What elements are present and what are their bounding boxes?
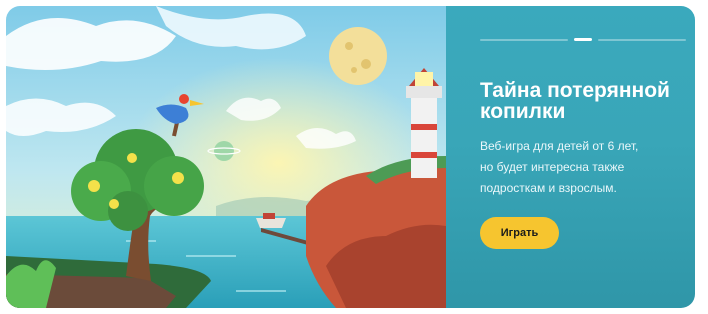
- play-button[interactable]: Играть: [480, 217, 559, 249]
- carousel-indicator[interactable]: [480, 38, 686, 41]
- promo-card[interactable]: Тайна потерянной копилки Веб-игра для де…: [6, 6, 695, 308]
- game-illustration: [6, 6, 446, 308]
- promo-description-line: Веб-игра для детей от 6 лет,: [480, 139, 639, 153]
- promo-title: Тайна потерянной копилки: [480, 80, 690, 122]
- promo-description-line: подросткам и взрослым.: [480, 181, 617, 195]
- promo-title-line: копилки: [480, 100, 566, 123]
- carousel-dot-active[interactable]: [574, 38, 592, 41]
- carousel-dot[interactable]: [480, 39, 568, 41]
- promo-description: Веб-игра для детей от 6 лет, но будет ин…: [480, 136, 685, 199]
- carousel-dot[interactable]: [598, 39, 686, 41]
- promo-panel: Тайна потерянной копилки Веб-игра для де…: [446, 6, 695, 308]
- promo-title-line: Тайна потерянной: [480, 79, 670, 102]
- promo-description-line: но будет интересна также: [480, 160, 625, 174]
